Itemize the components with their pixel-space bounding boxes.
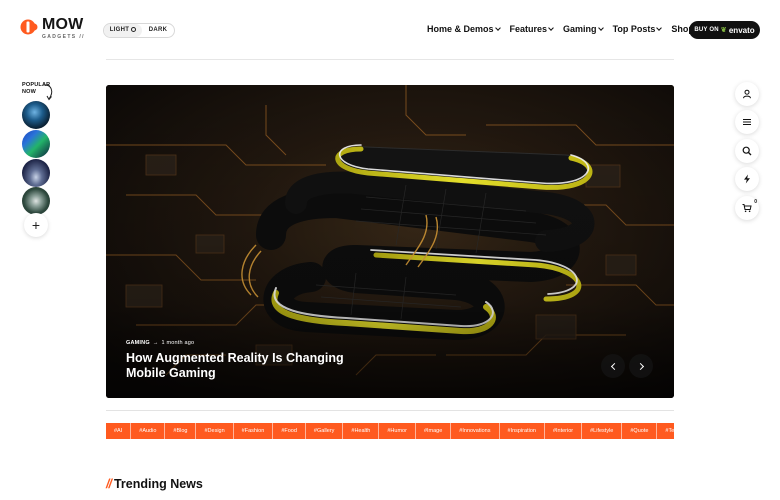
tag-link[interactable]: #Fashion: [234, 423, 274, 439]
popular-post-thumb-2[interactable]: [22, 130, 50, 158]
envato-brand: envato: [728, 25, 755, 35]
bolt-icon: [744, 174, 750, 184]
tag-link[interactable]: #AI: [106, 423, 132, 439]
tag-link[interactable]: #Gallery: [306, 423, 344, 439]
theme-light-label: LIGHT: [109, 27, 130, 33]
tag-link[interactable]: #Humor: [379, 423, 416, 439]
popular-post-thumb-1[interactable]: [22, 101, 50, 129]
section-slashes: //: [106, 477, 112, 491]
main-nav: Home & Demos Features Gaming Top Posts S…: [427, 24, 710, 34]
tag-link[interactable]: #Blog: [165, 423, 197, 439]
hero-meta: GAMING → 1 month ago: [126, 340, 194, 346]
tag-link[interactable]: #Lifestyle: [582, 423, 623, 439]
envato-leaf-icon: ❦: [720, 27, 727, 34]
logo-tagline: GADGETS //: [42, 34, 85, 40]
tag-link[interactable]: #Audio: [131, 423, 166, 439]
user-icon: [743, 89, 751, 99]
chevron-left-icon: [610, 362, 618, 370]
theme-dark-option[interactable]: DARK: [142, 24, 174, 37]
nav-item-features[interactable]: Features: [510, 24, 554, 34]
plus-icon: +: [31, 217, 41, 233]
site-logo[interactable]: MOW GADGETS //: [20, 17, 85, 41]
chevron-down-icon: [656, 24, 663, 31]
tag-link[interactable]: #Inspiration: [500, 423, 545, 439]
popular-post-thumb-4[interactable]: [22, 187, 50, 215]
theme-light-option[interactable]: LIGHT: [104, 24, 142, 37]
arrow-right-icon: →: [152, 340, 159, 346]
cart-button[interactable]: 0: [735, 196, 759, 220]
hero-featured-post[interactable]: GAMING → 1 month ago How Augmented Reali…: [106, 85, 674, 398]
header-divider: [106, 59, 674, 60]
nav-item-top-posts[interactable]: Top Posts: [612, 24, 663, 34]
search-icon: [742, 146, 752, 156]
cart-icon: [742, 204, 752, 213]
tag-link[interactable]: #Food: [273, 423, 306, 439]
hero-category[interactable]: GAMING: [126, 340, 150, 346]
nav-label: Gaming: [563, 24, 597, 34]
slider-prev-button[interactable]: [601, 354, 625, 378]
search-button[interactable]: [735, 139, 759, 163]
chevron-down-icon: [548, 24, 554, 31]
menu-icon: [743, 119, 751, 125]
site-header: MOW GADGETS // LIGHT DARK Home & Demos F…: [0, 0, 780, 60]
buy-prefix: BUY ON: [694, 27, 719, 33]
chevron-down-icon: [597, 24, 604, 31]
trending-title: Trending News: [113, 477, 203, 491]
hero-title[interactable]: How Augmented Reality Is Changing Mobile…: [126, 351, 386, 381]
tag-link[interactable]: #Innovations: [451, 423, 500, 439]
account-button[interactable]: [735, 82, 759, 106]
trending-news-heading: // Trending News: [106, 477, 203, 491]
tag-link[interactable]: #Quote: [622, 423, 658, 439]
hero-timestamp: 1 month ago: [161, 340, 195, 346]
flash-news-button[interactable]: [735, 167, 759, 191]
nav-label: Features: [509, 24, 548, 34]
nav-label: Top Posts: [612, 24, 656, 34]
menu-button[interactable]: [735, 110, 759, 134]
tag-link[interactable]: #Technology: [657, 423, 674, 439]
tag-link[interactable]: #Design: [196, 423, 234, 439]
chevron-down-icon: [494, 24, 501, 31]
logo-icon: [20, 19, 38, 35]
buy-on-envato-button[interactable]: BUY ON ❦ envato: [689, 21, 760, 39]
tag-link[interactable]: #Interior: [545, 423, 583, 439]
popular-post-thumb-3[interactable]: [22, 159, 50, 187]
tag-link[interactable]: #Image: [416, 423, 452, 439]
nav-item-gaming[interactable]: Gaming: [563, 24, 604, 34]
theme-toggle[interactable]: LIGHT DARK: [103, 23, 175, 38]
nav-label: Home & Demos: [427, 24, 494, 34]
tag-link[interactable]: #Health: [343, 423, 380, 439]
cart-count-badge: 0: [754, 199, 757, 205]
section-divider: [106, 410, 674, 411]
slider-next-button[interactable]: [629, 354, 653, 378]
nav-item-home-demos[interactable]: Home & Demos: [427, 24, 501, 34]
tag-strip: #AI #Audio #Blog #Design #Fashion #Food #Galle…: [106, 423, 674, 439]
more-popular-button[interactable]: +: [24, 213, 48, 237]
chevron-right-icon: [636, 362, 644, 370]
logo-name: MOW: [42, 16, 84, 33]
curved-arrow-icon: [42, 84, 53, 101]
sun-icon: [131, 26, 137, 32]
